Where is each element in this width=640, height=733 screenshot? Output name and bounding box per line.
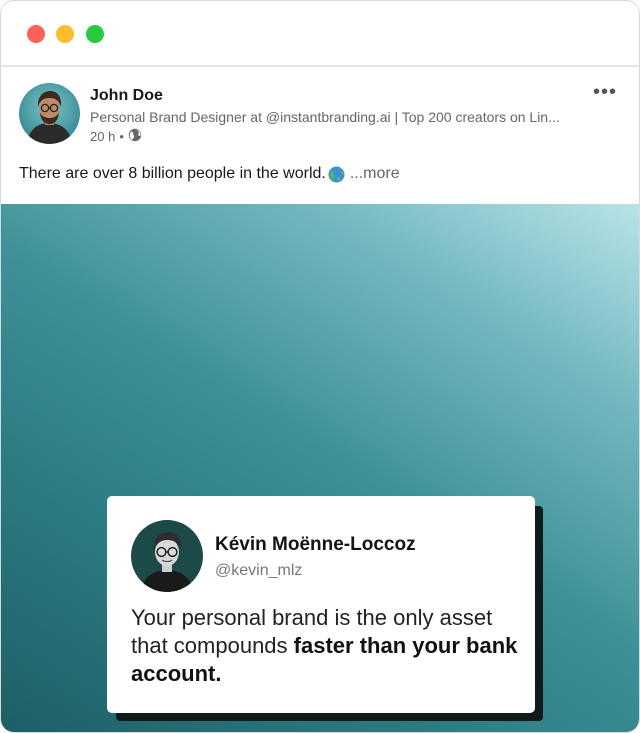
quote-author-avatar [131,520,203,592]
post-text: There are over 8 billion people in the w… [19,165,400,183]
see-more-link[interactable]: ...more [350,165,400,183]
earth-globe-icon [328,166,345,183]
window-titlebar [1,1,639,67]
browser-window: John Doe Personal Brand Designer at @ins… [0,0,640,733]
author-name[interactable]: John Doe [90,87,163,105]
close-window-button[interactable] [27,25,45,43]
minimize-window-button[interactable] [56,25,74,43]
quote-author-name: Kévin Moënne-Loccoz [215,534,416,555]
meta-separator: • [119,129,124,144]
post-image[interactable]: Kévin Moënne-Loccoz @kevin_mlz Your pers… [1,204,639,732]
quote-text: Your personal brand is the only asset th… [131,604,521,688]
more-options-button[interactable]: ••• [593,82,617,102]
post-meta: 20 h • [90,128,142,145]
quote-author-handle: @kevin_mlz [215,562,303,579]
author-avatar[interactable] [19,83,80,144]
post-timestamp: 20 h [90,129,116,144]
maximize-window-button[interactable] [86,25,104,43]
post-header: John Doe Personal Brand Designer at @ins… [19,82,621,147]
quote-card: Kévin Moënne-Loccoz @kevin_mlz Your pers… [107,496,535,713]
author-headline: Personal Brand Designer at @instantbrand… [90,109,560,125]
post-body-text: There are over 8 billion people in the w… [19,165,326,182]
globe-icon [128,128,142,145]
